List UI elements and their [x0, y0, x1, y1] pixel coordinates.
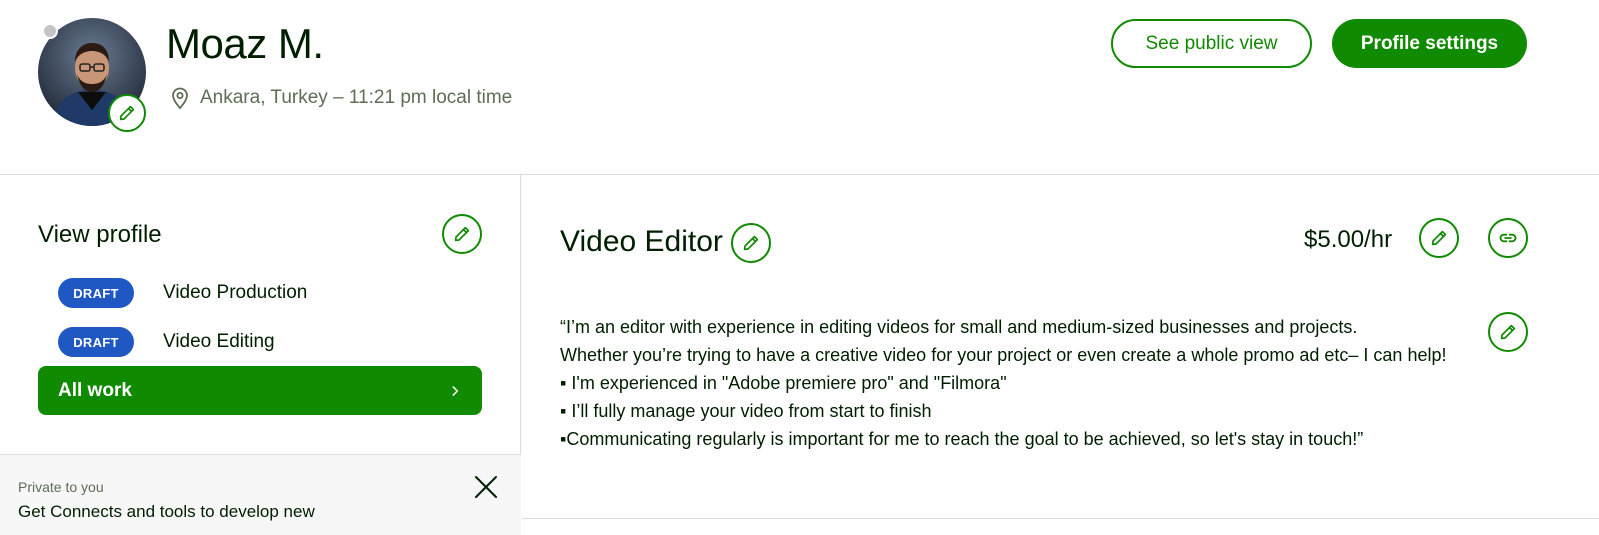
- specialized-profile-item[interactable]: DRAFT Video Editing: [58, 327, 275, 357]
- edit-rate-button[interactable]: [1419, 218, 1459, 258]
- avatar-container: [38, 18, 146, 132]
- profile-name: Moaz M.: [166, 20, 324, 67]
- sidebar: View profile DRAFT Video Production DRAF…: [0, 175, 521, 535]
- pencil-icon: [1431, 230, 1447, 246]
- overview-line: ▪ I'm experienced in "Adobe premiere pro…: [560, 373, 1007, 393]
- specialized-profile-item[interactable]: DRAFT Video Production: [58, 278, 307, 308]
- pencil-icon: [1500, 324, 1516, 340]
- profile-header: Moaz M. Ankara, Turkey – 11:21 pm local …: [0, 0, 1599, 175]
- private-promo-text: Get Connects and tools to develop new: [18, 502, 315, 521]
- see-public-view-button[interactable]: See public view: [1111, 19, 1312, 68]
- pencil-icon: [119, 105, 135, 121]
- link-icon: [1499, 233, 1517, 243]
- main-content: Video Editor $5.00/hr “I’m an editor wit…: [522, 175, 1599, 535]
- location-text: Ankara, Turkey – 11:21 pm local time: [200, 87, 513, 108]
- online-status-dot: [42, 23, 58, 39]
- specialized-profile-label: Video Editing: [163, 331, 275, 352]
- all-work-label: All work: [58, 379, 132, 401]
- chevron-right-icon: [452, 385, 459, 396]
- profile-location: Ankara, Turkey – 11:21 pm local time: [168, 86, 512, 110]
- specialized-profile-label: Video Production: [163, 282, 308, 303]
- overview-line: ▪ I’ll fully manage your video from star…: [560, 401, 932, 421]
- overview-line: Whether you’re trying to have a creative…: [560, 345, 1447, 365]
- profile-overview: “I’m an editor with experience in editin…: [560, 313, 1480, 453]
- edit-specialized-profiles-button[interactable]: [442, 214, 482, 254]
- profile-title: Video Editor: [560, 225, 723, 258]
- private-promo-box: Private to you Get Connects and tools to…: [0, 454, 521, 535]
- pencil-icon: [454, 226, 470, 242]
- overview-line: “I’m an editor with experience in editin…: [560, 317, 1358, 337]
- all-work-button[interactable]: All work: [38, 366, 482, 415]
- location-pin-icon: [172, 87, 188, 110]
- close-icon[interactable]: [472, 473, 500, 501]
- view-profile-title: View profile: [38, 221, 162, 248]
- copy-link-button[interactable]: [1488, 218, 1528, 258]
- edit-title-button[interactable]: [731, 223, 771, 263]
- avatar-edit-button[interactable]: [108, 94, 146, 132]
- hourly-rate: $5.00/hr: [1304, 226, 1393, 253]
- section-divider: [522, 518, 1599, 519]
- edit-overview-button[interactable]: [1488, 312, 1528, 352]
- pencil-icon: [743, 235, 759, 251]
- profile-settings-button[interactable]: Profile settings: [1332, 19, 1527, 68]
- overview-line: ▪Communicating regularly is important fo…: [560, 429, 1364, 449]
- private-label: Private to you: [18, 479, 104, 495]
- draft-badge: DRAFT: [58, 327, 134, 357]
- draft-badge: DRAFT: [58, 278, 134, 308]
